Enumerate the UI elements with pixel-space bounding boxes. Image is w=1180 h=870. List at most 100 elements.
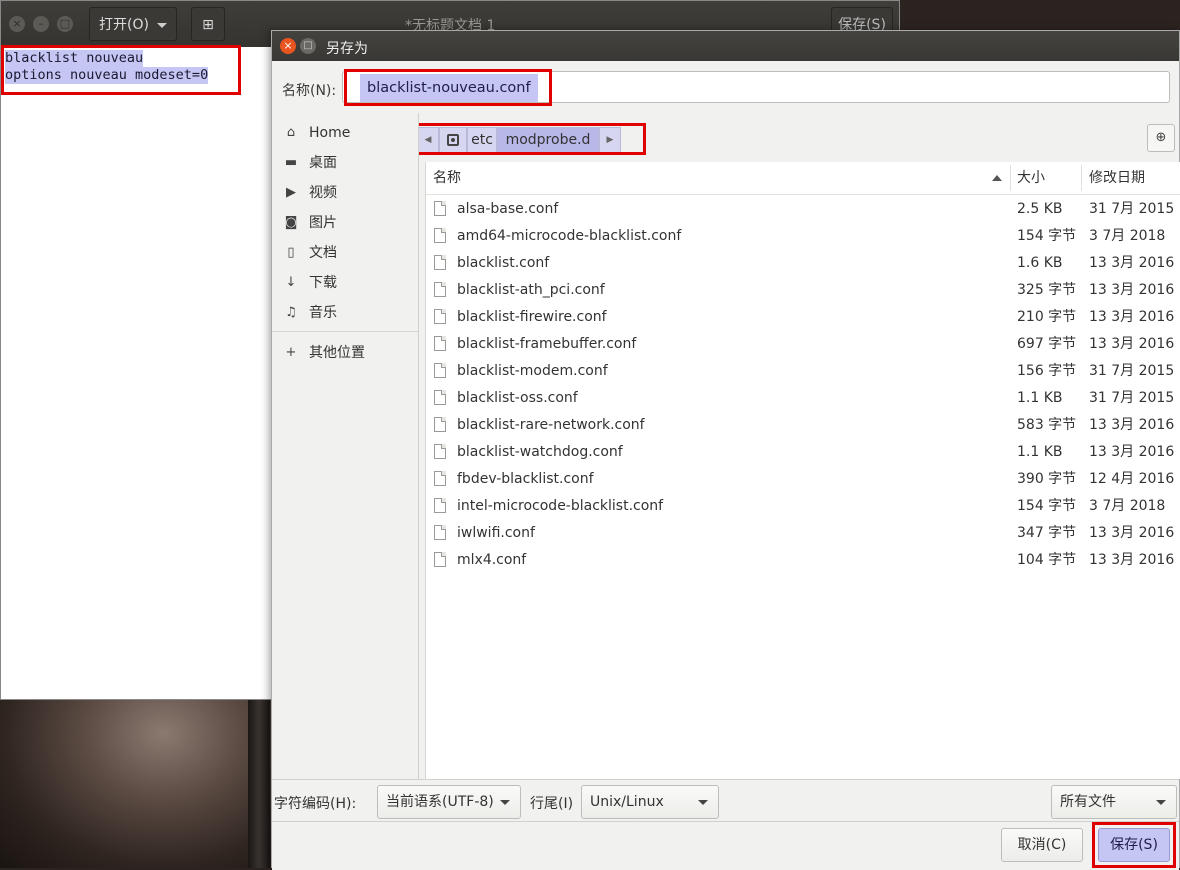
file-modified: 31 7月 2015 — [1089, 201, 1175, 217]
sidebar-item-label: 音乐 — [309, 305, 337, 321]
file-row[interactable]: iwlwifi.conf 347 字节 13 3月 2016 — [426, 520, 1180, 547]
file-modified: 13 3月 2016 — [1089, 282, 1175, 298]
file-size: 697 字节 — [1017, 336, 1077, 352]
sidebar-item-music[interactable]: ♫ 音乐 — [282, 301, 337, 325]
places-sidebar: ⌂ Home ▬ 桌面 ▶ 视频 ◙ 图片 ▯ 文档 ↓ 下载 ♫ 音乐 + 其他位置 — [272, 113, 419, 779]
text-file-icon — [434, 444, 446, 459]
encoding-label: 字符编码(H): — [274, 796, 357, 812]
file-modified: 13 3月 2016 — [1089, 255, 1175, 271]
new-document-icon[interactable]: ⊞ — [191, 7, 225, 41]
sidebar-item-downloads[interactable]: ↓ 下载 — [282, 271, 337, 295]
file-modified: 3 7月 2018 — [1089, 498, 1166, 514]
file-name: blacklist-ath_pci.conf — [457, 282, 605, 298]
text-file-icon — [434, 498, 446, 513]
file-row[interactable]: mlx4.conf 104 字节 13 3月 2016 — [426, 547, 1180, 574]
encoding-select[interactable]: 当前语系(UTF-8) — [377, 785, 521, 819]
file-filter-select[interactable]: 所有文件 — [1051, 785, 1177, 819]
file-name: blacklist-modem.conf — [457, 363, 608, 379]
file-modified: 31 7月 2015 — [1089, 363, 1175, 379]
file-row[interactable]: blacklist-oss.conf 1.1 KB 31 7月 2015 — [426, 385, 1180, 412]
file-row[interactable]: alsa-base.conf 2.5 KB 31 7月 2015 — [426, 196, 1180, 223]
line-ending-select[interactable]: Unix/Linux — [581, 785, 719, 819]
file-row[interactable]: blacklist-watchdog.conf 1.1 KB 13 3月 2016 — [426, 439, 1180, 466]
sidebar-item-label: 其他位置 — [309, 345, 365, 361]
sidebar-item-videos[interactable]: ▶ 视频 — [282, 181, 337, 205]
sidebar-item-label: 桌面 — [309, 155, 337, 171]
file-name: fbdev-blacklist.conf — [457, 471, 594, 487]
file-row[interactable]: fbdev-blacklist.conf 390 字节 12 4月 2016 — [426, 466, 1180, 493]
chevron-down-icon — [698, 800, 708, 805]
sidebar-item-pictures[interactable]: ◙ 图片 — [282, 211, 337, 235]
editor-text-area[interactable]: blacklist nouveau options nouveau modese… — [1, 45, 241, 95]
column-header-size[interactable]: 大小 — [1017, 162, 1045, 194]
home-icon: ⌂ — [286, 125, 296, 140]
file-row[interactable]: blacklist-framebuffer.conf 697 字节 13 3月 20… — [426, 331, 1180, 358]
dialog-close-icon[interactable]: × — [280, 38, 296, 54]
column-header-name[interactable]: 名称 — [433, 162, 461, 194]
file-row[interactable]: blacklist-firewire.conf 210 字节 13 3月 2016 — [426, 304, 1180, 331]
file-size: 104 字节 — [1017, 552, 1077, 568]
file-list: 名称 大小 修改日期 alsa-base.conf 2.5 KB 31 7月 201… — [425, 162, 1180, 779]
filename-highlight-box — [344, 69, 552, 106]
file-row[interactable]: intel-microcode-blacklist.conf 154 字节 3 7月… — [426, 493, 1180, 520]
file-modified: 31 7月 2015 — [1089, 390, 1175, 406]
sidebar-item-home[interactable]: ⌂ Home — [282, 121, 350, 145]
text-file-icon — [434, 336, 446, 351]
file-name: intel-microcode-blacklist.conf — [457, 498, 664, 514]
sidebar-item-other-locations[interactable]: + 其他位置 — [282, 341, 365, 365]
column-divider[interactable] — [1081, 165, 1082, 191]
column-divider[interactable] — [1010, 165, 1011, 191]
sidebar-item-label: 下载 — [309, 275, 337, 291]
file-size: 210 字节 — [1017, 309, 1077, 325]
text-file-icon — [434, 255, 446, 270]
save-as-dialog: × □ 另存为 名称(N): blacklist-nouveau.conf ◀ … — [271, 30, 1180, 870]
file-list-header: 名称 大小 修改日期 — [426, 162, 1180, 195]
dialog-restore-icon[interactable]: □ — [300, 38, 316, 54]
file-name: blacklist-watchdog.conf — [457, 444, 623, 460]
file-name: blacklist.conf — [457, 255, 550, 271]
sidebar-item-label: Home — [309, 125, 351, 141]
file-row[interactable]: blacklist.conf 1.6 KB 13 3月 2016 — [426, 250, 1180, 277]
file-modified: 3 7月 2018 — [1089, 228, 1166, 244]
open-button[interactable]: 打开(O) — [89, 7, 177, 41]
sidebar-item-documents[interactable]: ▯ 文档 — [282, 241, 337, 265]
file-modified: 13 3月 2016 — [1089, 417, 1175, 433]
editor-minimize-icon[interactable]: – — [33, 16, 49, 32]
editor-maximize-icon[interactable]: □ — [57, 16, 73, 32]
line-ending-value: Unix/Linux — [590, 794, 664, 810]
editor-close-icon[interactable]: × — [9, 16, 25, 32]
file-modified: 13 3月 2016 — [1089, 309, 1175, 325]
column-header-modified[interactable]: 修改日期 — [1089, 162, 1145, 194]
file-modified: 12 4月 2016 — [1089, 471, 1175, 487]
file-rows: alsa-base.conf 2.5 KB 31 7月 2015 amd64-micr… — [426, 196, 1180, 574]
file-modified: 13 3月 2016 — [1089, 336, 1175, 352]
chevron-down-icon — [1156, 800, 1166, 805]
file-size: 325 字节 — [1017, 282, 1077, 298]
file-row[interactable]: blacklist-modem.conf 156 字节 31 7月 2015 — [426, 358, 1180, 385]
file-row[interactable]: blacklist-rare-network.conf 583 字节 13 3月 2… — [426, 412, 1180, 439]
text-file-icon — [434, 417, 446, 432]
music-icon: ♫ — [285, 305, 297, 320]
cancel-button[interactable]: 取消(C) — [1001, 828, 1083, 862]
file-row[interactable]: amd64-microcode-blacklist.conf 154 字节 3 7月… — [426, 223, 1180, 250]
encoding-value: 当前语系(UTF-8) — [386, 794, 494, 810]
sidebar-item-label: 视频 — [309, 185, 337, 201]
sidebar-item-desktop[interactable]: ▬ 桌面 — [282, 151, 337, 175]
text-file-icon — [434, 552, 446, 567]
file-name: blacklist-oss.conf — [457, 390, 578, 406]
text-file-icon — [434, 282, 446, 297]
file-modified: 13 3月 2016 — [1089, 525, 1175, 541]
text-file-icon — [434, 228, 446, 243]
line-ending-label: 行尾(I) — [530, 796, 574, 812]
file-modified: 13 3月 2016 — [1089, 552, 1175, 568]
sidebar-item-label: 文档 — [309, 245, 337, 261]
file-name: iwlwifi.conf — [457, 525, 535, 541]
chevron-down-icon — [500, 800, 510, 805]
save-highlight-box — [1092, 822, 1176, 868]
file-name: blacklist-rare-network.conf — [457, 417, 645, 433]
file-row[interactable]: blacklist-ath_pci.conf 325 字节 13 3月 2016 — [426, 277, 1180, 304]
text-file-icon — [434, 390, 446, 405]
file-size: 154 字节 — [1017, 228, 1077, 244]
breadcrumb-highlight-box — [408, 123, 646, 155]
new-folder-icon[interactable]: ⊕ — [1147, 124, 1175, 152]
